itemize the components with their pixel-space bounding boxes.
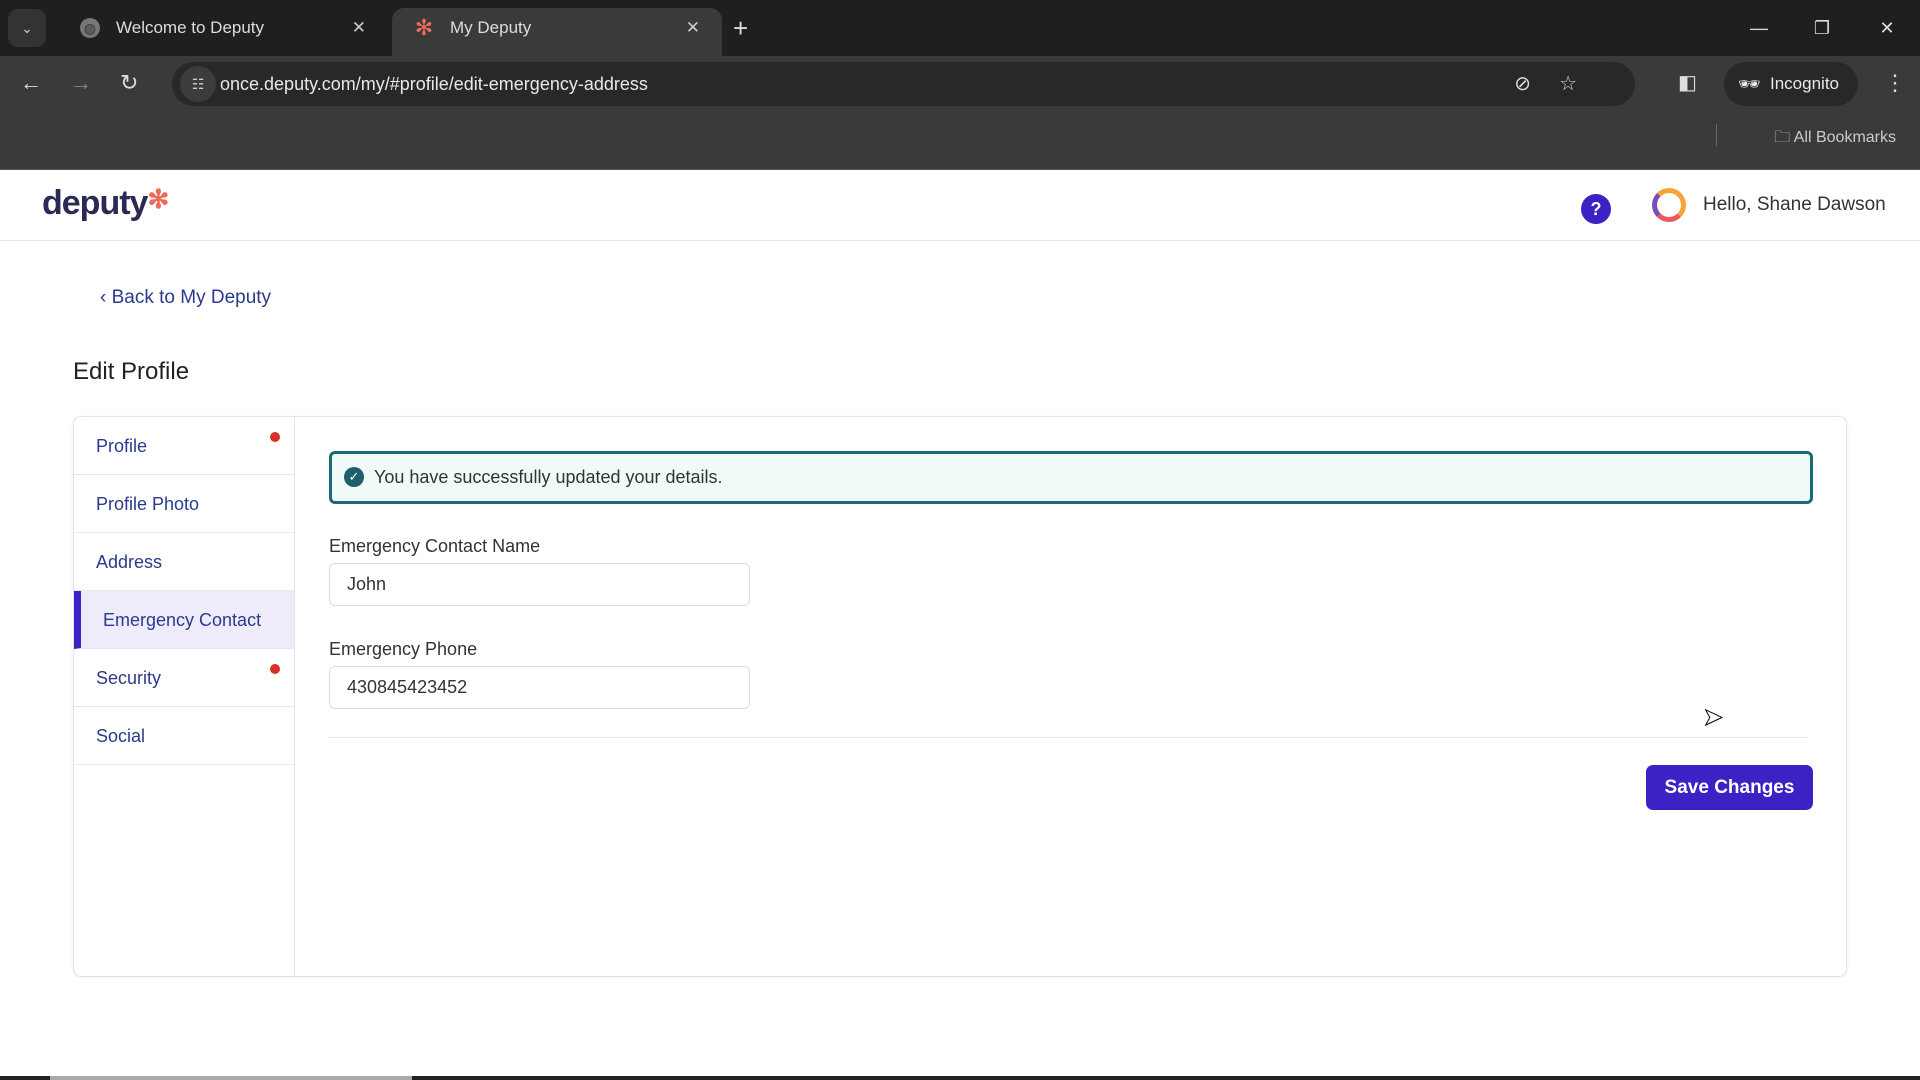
reload-icon[interactable]: ↻ <box>120 70 138 96</box>
divider <box>329 737 1807 738</box>
back-arrow-icon[interactable]: ← <box>20 70 42 96</box>
edit-profile-card: Profile Profile Photo Address Emergency … <box>73 416 1847 977</box>
browser-toolbar: ← → ↻ ☷ once.deputy.com/my/#profile/edit… <box>0 56 1920 170</box>
sidebar-item-social[interactable]: Social <box>74 707 294 765</box>
browser-tab-bar: ⌄ ◍ Welcome to Deputy ✕ ✻ My Deputy ✕ + … <box>0 0 1920 56</box>
all-bookmarks[interactable]: 🗀 All Bookmarks <box>1716 124 1896 153</box>
sidebar-item-label: Emergency Contact <box>103 610 262 630</box>
save-changes-button[interactable]: Save Changes <box>1646 765 1813 810</box>
globe-icon: ◍ <box>80 18 100 38</box>
tab-search-dropdown[interactable]: ⌄ <box>8 9 46 47</box>
incognito-label: Incognito <box>1770 74 1839 93</box>
phone-label: Emergency Phone <box>329 639 478 659</box>
sidebar-item-profile[interactable]: Profile <box>74 417 294 475</box>
deputy-favicon-icon: ✻ <box>414 15 434 40</box>
user-greeting[interactable]: Hello, Shane Dawson <box>1703 194 1886 216</box>
phone-input[interactable] <box>329 666 750 709</box>
alert-dot <box>270 432 280 442</box>
divider <box>1716 124 1718 146</box>
alert-message: You have successfully updated your detai… <box>374 467 723 487</box>
folder-icon: 🗀 <box>1774 129 1791 146</box>
sidebar-item-label: Profile Photo <box>96 494 200 514</box>
new-tab-button[interactable]: + <box>733 8 748 48</box>
tab-title: Welcome to Deputy <box>116 18 265 37</box>
profile-sidebar: Profile Profile Photo Address Emergency … <box>74 417 295 976</box>
sidebar-item-label: Profile <box>96 436 148 456</box>
check-circle-icon: ✓ <box>344 467 364 487</box>
mouse-cursor-icon: ➤ <box>1702 704 1724 732</box>
minimize-button[interactable]: — <box>1729 0 1789 56</box>
logo-star-icon: ✻ <box>147 184 169 214</box>
close-tab-icon[interactable]: ✕ <box>686 8 700 48</box>
alert-dot <box>270 664 280 674</box>
contact-name-label: Emergency Contact Name <box>329 536 541 556</box>
deputy-logo[interactable]: deputy✻ <box>42 184 169 223</box>
star-icon[interactable]: ☆ <box>1559 62 1577 106</box>
incognito-badge[interactable]: 🕶 Incognito <box>1724 62 1858 106</box>
eye-off-icon[interactable]: ⊘ <box>1514 62 1531 106</box>
window-close-button[interactable]: ✕ <box>1857 0 1917 56</box>
help-button[interactable]: ? <box>1581 194 1611 224</box>
tab-welcome[interactable]: ◍ Welcome to Deputy ✕ <box>58 8 388 56</box>
address-bar[interactable]: ☷ once.deputy.com/my/#profile/edit-emerg… <box>172 62 1635 106</box>
forward-arrow-icon[interactable]: → <box>70 70 92 96</box>
side-panel-icon[interactable]: ◧ <box>1678 70 1697 95</box>
progress-fill <box>50 1076 412 1080</box>
sidebar-item-address[interactable]: Address <box>74 533 294 591</box>
page-title: Edit Profile <box>73 358 190 385</box>
back-link-label: Back to My Deputy <box>111 287 272 308</box>
close-tab-icon[interactable]: ✕ <box>352 8 366 48</box>
avatar[interactable] <box>1652 188 1686 222</box>
incognito-icon: 🕶 <box>1738 74 1761 94</box>
url-text[interactable]: once.deputy.com/my/#profile/edit-emergen… <box>220 62 648 106</box>
sidebar-item-emergency-contact[interactable]: Emergency Contact <box>74 591 294 649</box>
sidebar-item-label: Address <box>96 552 163 572</box>
bookmarks-label: All Bookmarks <box>1793 129 1896 146</box>
menu-kebab-icon[interactable]: ⋮ <box>1884 70 1906 96</box>
contact-name-input[interactable] <box>329 563 750 606</box>
emergency-contact-form: ✓ You have successfully updated your det… <box>329 417 1846 976</box>
sidebar-item-profile-photo[interactable]: Profile Photo <box>74 475 294 533</box>
success-alert: ✓ You have successfully updated your det… <box>329 451 1813 504</box>
sidebar-item-security[interactable]: Security <box>74 649 294 707</box>
sidebar-item-label: Social <box>96 726 146 746</box>
restore-button[interactable]: ❐ <box>1792 0 1852 56</box>
tab-title: My Deputy <box>450 18 532 37</box>
tab-my-deputy[interactable]: ✻ My Deputy ✕ <box>392 8 722 56</box>
logo-text: deputy <box>42 184 148 222</box>
chevron-left-icon: ‹ <box>100 287 112 308</box>
sidebar-item-label: Security <box>96 668 162 688</box>
site-settings-icon[interactable]: ☷ <box>180 66 216 102</box>
back-link[interactable]: ‹ Back to My Deputy <box>100 287 271 309</box>
app-header: deputy✻ ? Hello, Shane Dawson <box>0 170 1920 241</box>
video-progress-bar <box>0 1076 1920 1080</box>
